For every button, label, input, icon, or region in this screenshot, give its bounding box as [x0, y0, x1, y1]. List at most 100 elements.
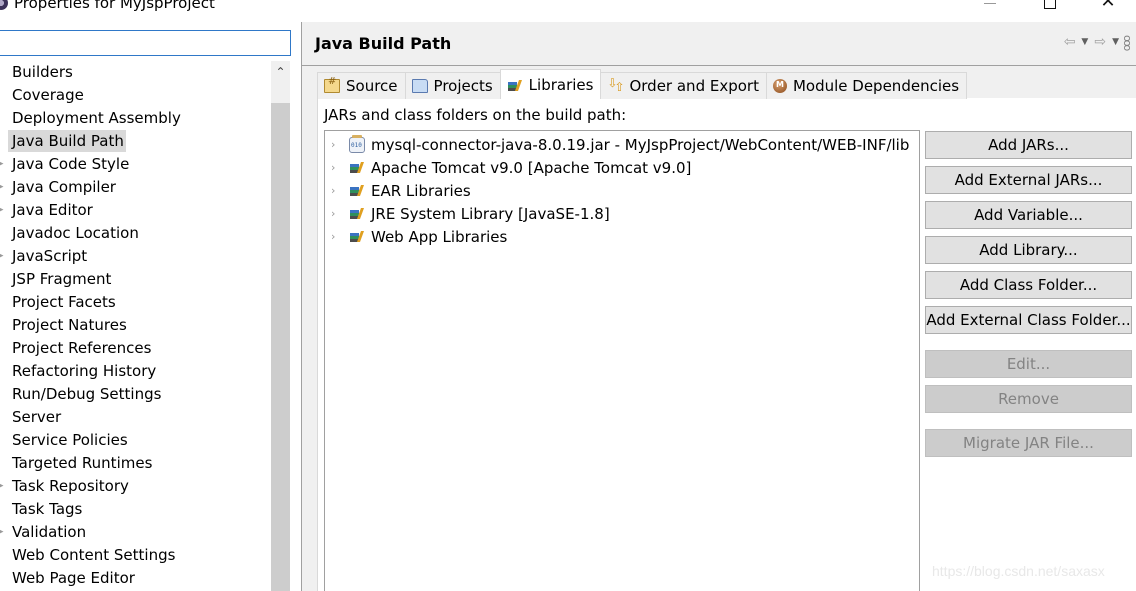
sidebar-item-label: Server	[12, 408, 62, 426]
sidebar-item-label: JavaScript	[12, 247, 88, 265]
sidebar-item-validation[interactable]: Validation	[12, 521, 88, 543]
sidebar-item-jsp-fragment[interactable]: JSP Fragment	[12, 268, 113, 290]
property-page-tree: Builders Coverage Deployment Assembly Ja…	[0, 61, 271, 591]
source-folder-icon	[324, 76, 340, 93]
sidebar-item-run-debug-settings[interactable]: Run/Debug Settings	[12, 383, 163, 405]
sidebar-item-label: Task Repository	[12, 477, 129, 495]
minimize-button[interactable]	[970, 0, 1010, 16]
expand-arrow-icon[interactable]: ›	[331, 161, 349, 174]
list-item[interactable]: › Web App Libraries	[331, 225, 507, 248]
expand-arrow-icon[interactable]: ›	[331, 184, 349, 197]
sidebar-item-javadoc-location[interactable]: Javadoc Location	[12, 222, 141, 244]
sidebar-item-service-policies[interactable]: Service Policies	[12, 429, 130, 451]
filter-input[interactable]	[0, 30, 291, 56]
add-external-jars-button[interactable]: Add External JARs...	[925, 166, 1132, 194]
close-icon: ✕	[1100, 0, 1116, 12]
expand-arrow-icon[interactable]: ›	[331, 207, 349, 220]
expand-arrow-icon[interactable]: ▸	[0, 199, 5, 221]
expand-arrow-icon[interactable]: ▸	[0, 475, 5, 497]
add-class-folder-button[interactable]: Add Class Folder...	[925, 271, 1132, 299]
remove-button[interactable]: Remove	[925, 385, 1132, 413]
sidebar-item-refactoring-history[interactable]: Refactoring History	[12, 360, 158, 382]
sidebar-item-label: Java Compiler	[12, 178, 116, 196]
tab-label: Projects	[433, 77, 493, 95]
migrate-jar-file-button[interactable]: Migrate JAR File...	[925, 429, 1132, 457]
edit-button[interactable]: Edit...	[925, 350, 1132, 378]
sidebar-item-project-references[interactable]: Project References	[12, 337, 153, 359]
expand-arrow-icon[interactable]: ›	[331, 138, 349, 151]
sidebar-item-label: Refactoring History	[12, 362, 157, 380]
sidebar-item-deployment-assembly[interactable]: Deployment Assembly	[12, 107, 183, 129]
list-item[interactable]: › EAR Libraries	[331, 179, 471, 202]
sidebar-item-task-tags[interactable]: Task Tags	[12, 498, 84, 520]
sidebar-item-label: Deployment Assembly	[12, 109, 181, 127]
back-dropdown-icon[interactable]: ▼	[1081, 37, 1088, 47]
sidebar-item-java-compiler[interactable]: Java Compiler	[12, 176, 118, 198]
tab-order-and-export[interactable]: Order and Export	[600, 72, 767, 99]
sidebar-item-task-repository[interactable]: Task Repository	[12, 475, 131, 497]
build-path-entries-tree[interactable]: › mysql-connector-java-8.0.19.jar - MyJs…	[324, 130, 920, 591]
expand-arrow-icon[interactable]: ▸	[0, 153, 5, 175]
scroll-up-icon[interactable]: ⌃	[271, 61, 290, 83]
tab-libraries[interactable]: Libraries	[499, 69, 602, 99]
sidebar-item-label: Java Code Style	[12, 155, 130, 173]
sidebar-item-label: Validation	[12, 523, 87, 541]
expand-arrow-icon[interactable]: ›	[331, 230, 349, 243]
window-titlebar: Properties for MyJspProject ✕	[0, 0, 1136, 22]
expand-arrow-icon[interactable]: ▸	[0, 245, 5, 267]
list-item[interactable]: › Apache Tomcat v9.0 [Apache Tomcat v9.0…	[331, 156, 691, 179]
tab-source[interactable]: Source	[317, 72, 406, 99]
forward-dropdown-icon[interactable]: ▼	[1112, 37, 1119, 47]
entry-label: Apache Tomcat v9.0 [Apache Tomcat v9.0]	[371, 158, 692, 177]
back-arrow-icon[interactable]: ⇦	[1064, 34, 1076, 50]
add-external-class-folder-button[interactable]: Add External Class Folder...	[925, 306, 1132, 334]
minimize-icon	[984, 2, 996, 4]
add-jars-button[interactable]: Add JARs...	[925, 131, 1132, 159]
page-navigation: ⇦ ▼ ⇨ ▼ ooo	[1064, 32, 1134, 52]
sidebar-item-javascript[interactable]: JavaScript	[12, 245, 89, 267]
sidebar-item-project-facets[interactable]: Project Facets	[12, 291, 118, 313]
sidebar-item-label: Task Tags	[12, 500, 83, 518]
sidebar-item-java-build-path[interactable]: Java Build Path	[8, 130, 126, 152]
sidebar-item-label: Project Facets	[12, 293, 116, 311]
sidebar-item-project-natures[interactable]: Project Natures	[12, 314, 129, 336]
sidebar-scrollbar[interactable]: ⌃	[271, 61, 290, 591]
sidebar-item-label: Builders	[12, 63, 73, 81]
maximize-button[interactable]	[1030, 0, 1070, 16]
tab-projects[interactable]: Projects	[404, 72, 501, 99]
sidebar-item-builders[interactable]: Builders	[12, 61, 75, 83]
eclipse-app-icon	[0, 0, 8, 10]
sidebar-item-server[interactable]: Server	[12, 406, 63, 428]
scrollbar-thumb[interactable]	[271, 103, 290, 591]
library-icon	[349, 206, 365, 222]
sidebar-item-label: Java Editor	[12, 201, 93, 219]
sidebar-item-java-editor[interactable]: Java Editor	[12, 199, 95, 221]
expand-arrow-icon[interactable]: ▸	[0, 176, 5, 198]
sidebar-item-java-code-style[interactable]: Java Code Style	[12, 153, 131, 175]
window-title: Properties for MyJspProject	[14, 0, 215, 12]
jar-icon	[349, 134, 365, 153]
watermark: https://blog.csdn.net/saxasx	[932, 563, 1105, 579]
sidebar-item-web-content-settings[interactable]: Web Content Settings	[12, 544, 177, 566]
tab-module-dependencies[interactable]: Module Dependencies	[765, 72, 968, 99]
list-item[interactable]: › JRE System Library [JavaSE-1.8]	[331, 202, 610, 225]
library-icon	[349, 229, 365, 245]
add-variable-button[interactable]: Add Variable...	[925, 201, 1132, 229]
expand-arrow-icon[interactable]: ▸	[0, 521, 5, 543]
sidebar-item-label: Web Page Editor	[12, 569, 135, 587]
list-item[interactable]: › mysql-connector-java-8.0.19.jar - MyJs…	[331, 133, 909, 156]
pane-divider[interactable]	[301, 22, 302, 591]
sidebar-item-coverage[interactable]: Coverage	[12, 84, 86, 106]
forward-arrow-icon[interactable]: ⇨	[1094, 34, 1106, 50]
view-menu-icon[interactable]: ooo	[1121, 35, 1134, 49]
project-folder-icon	[411, 79, 428, 93]
sidebar-item-web-page-editor[interactable]: Web Page Editor	[12, 567, 137, 589]
tab-label: Source	[346, 77, 398, 95]
sidebar-item-label: Javadoc Location	[12, 224, 139, 242]
sidebar-item-label: Project Natures	[12, 316, 127, 334]
add-library-button[interactable]: Add Library...	[925, 236, 1132, 264]
close-button[interactable]: ✕	[1088, 0, 1128, 16]
sidebar-item-targeted-runtimes[interactable]: Targeted Runtimes	[12, 452, 154, 474]
sidebar-item-label: Coverage	[12, 86, 84, 104]
tab-label: Libraries	[528, 75, 594, 94]
